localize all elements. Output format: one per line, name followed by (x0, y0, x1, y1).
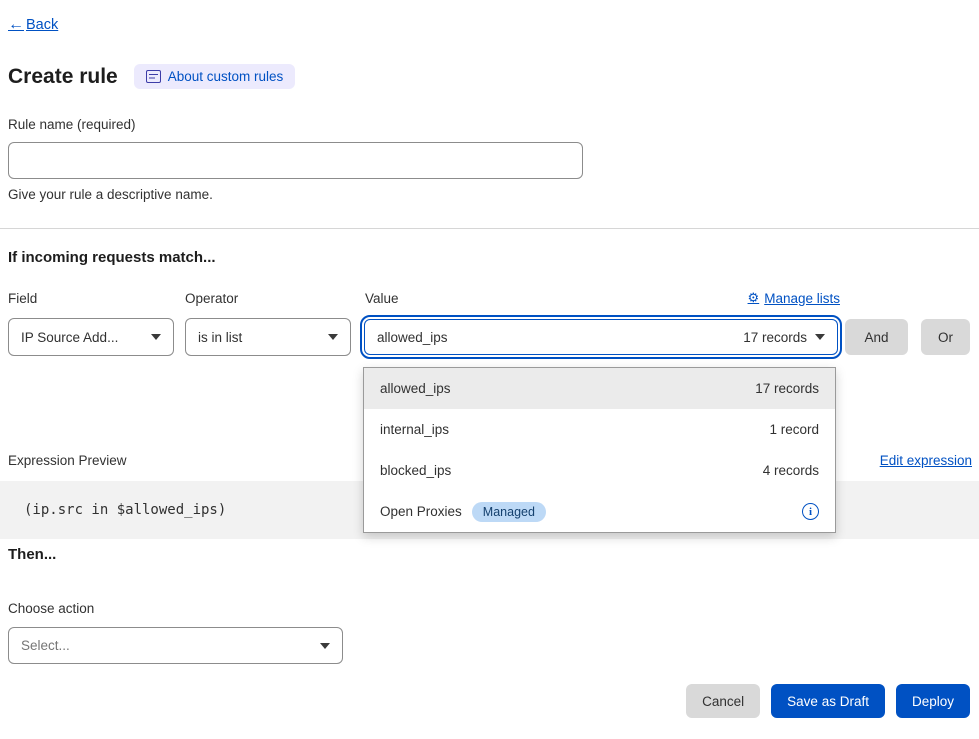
back-link[interactable]: ←Back (8, 16, 58, 34)
lists-dropdown-menu: allowed_ips 17 records internal_ips 1 re… (363, 367, 836, 533)
managed-badge: Managed (472, 502, 546, 522)
create-rule-page: ←Back Create rule About custom rules Rul… (0, 0, 979, 739)
manage-lists-link[interactable]: ⚙ Manage lists (748, 290, 840, 306)
list-option-records: 1 record (769, 422, 819, 437)
chevron-down-icon (320, 643, 330, 649)
chevron-down-icon (815, 334, 825, 340)
operator-select-value: is in list (198, 330, 242, 345)
list-option-name: internal_ips (380, 422, 449, 437)
action-select-placeholder: Select... (21, 638, 70, 653)
operator-select[interactable]: is in list (185, 318, 351, 356)
info-icon[interactable]: i (802, 503, 819, 520)
footer-actions: Cancel Save as Draft Deploy (686, 684, 970, 718)
gear-icon: ⚙ (748, 290, 760, 306)
list-option-allowed-ips[interactable]: allowed_ips 17 records (364, 368, 835, 409)
edit-expression-link[interactable]: Edit expression (880, 453, 972, 468)
about-custom-rules-link[interactable]: About custom rules (134, 64, 296, 89)
match-section-heading: If incoming requests match... (8, 249, 216, 266)
title-row: Create rule About custom rules (8, 64, 295, 89)
rule-name-input[interactable] (8, 142, 583, 179)
list-option-name: allowed_ips (380, 381, 451, 396)
rule-name-label: Rule name (required) (8, 117, 136, 132)
then-section-heading: Then... (8, 546, 56, 563)
chevron-down-icon (328, 334, 338, 340)
page-title: Create rule (8, 65, 118, 89)
rule-name-helper: Give your rule a descriptive name. (8, 187, 213, 202)
action-select[interactable]: Select... (8, 627, 343, 664)
value-select-records: 17 records (743, 330, 807, 345)
cancel-button[interactable]: Cancel (686, 684, 760, 718)
list-option-internal-ips[interactable]: internal_ips 1 record (364, 409, 835, 450)
list-option-records: 17 records (755, 381, 819, 396)
manage-lists-label: Manage lists (764, 291, 840, 306)
section-divider (0, 228, 979, 229)
field-label: Field (8, 291, 37, 306)
about-custom-rules-label: About custom rules (168, 69, 284, 84)
chevron-down-icon (151, 334, 161, 340)
value-label: Value (365, 291, 399, 306)
expression-preview-label: Expression Preview (8, 453, 127, 468)
or-button[interactable]: Or (921, 319, 970, 355)
list-option-name: Open Proxies (380, 504, 462, 519)
deploy-button[interactable]: Deploy (896, 684, 970, 718)
list-option-open-proxies[interactable]: Open Proxies Managed i (364, 491, 835, 532)
list-option-records: 4 records (763, 463, 819, 478)
back-label: Back (26, 17, 58, 33)
operator-label: Operator (185, 291, 238, 306)
save-as-draft-button[interactable]: Save as Draft (771, 684, 885, 718)
field-select[interactable]: IP Source Add... (8, 318, 174, 356)
back-arrow-icon: ← (8, 16, 24, 34)
docs-icon (146, 70, 161, 83)
and-button[interactable]: And (845, 319, 908, 355)
list-option-blocked-ips[interactable]: blocked_ips 4 records (364, 450, 835, 491)
choose-action-label: Choose action (8, 601, 94, 616)
field-select-value: IP Source Add... (21, 330, 118, 345)
value-select[interactable]: allowed_ips 17 records (364, 319, 838, 355)
list-option-name: blocked_ips (380, 463, 451, 478)
value-select-value: allowed_ips (377, 330, 448, 345)
